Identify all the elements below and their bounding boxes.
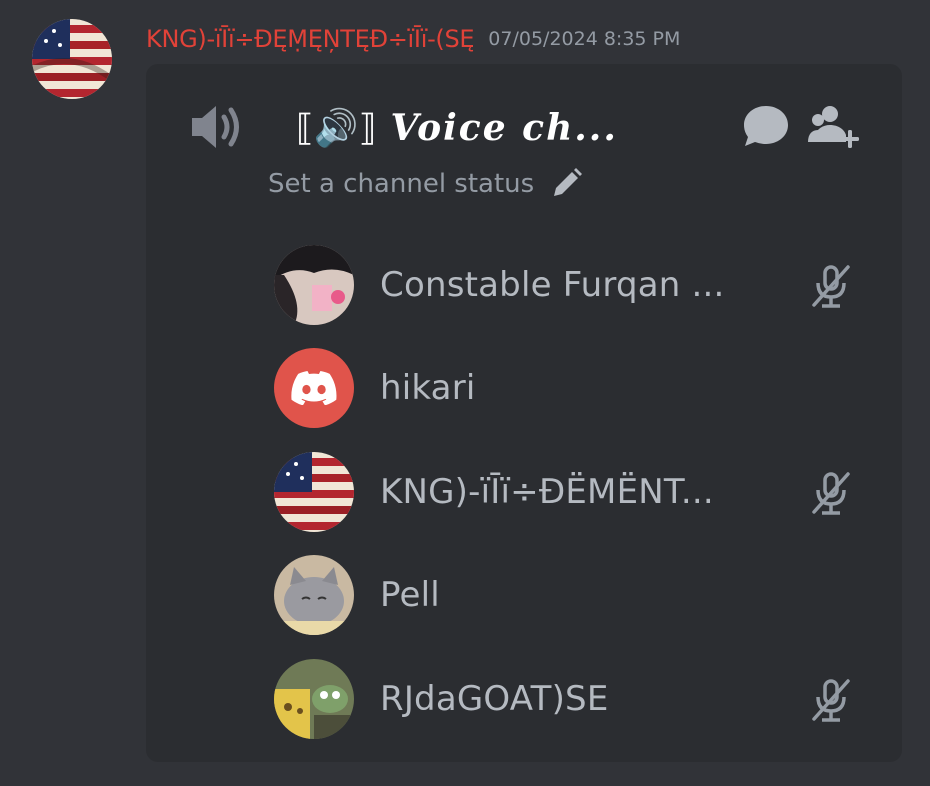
anime-avatar-image [274, 245, 354, 325]
muted-microphone-icon [812, 679, 850, 722]
member-name: RJdaGOAT)SE [380, 679, 609, 719]
muted-microphone-icon [812, 265, 850, 308]
meme-avatar-image [274, 659, 354, 739]
author-avatar[interactable] [32, 19, 112, 99]
add-user-icon[interactable] [806, 102, 862, 152]
discord-logo-icon [291, 371, 337, 405]
message-timestamp: 07/05/2024 8:35 PM [488, 28, 681, 50]
member-avatar [274, 452, 354, 532]
channel-status-text: Set a channel status [268, 169, 535, 199]
member-name: KNG)-ïĪï÷ĐËMËNT... [380, 472, 714, 512]
voice-member[interactable]: KNG)-ïĪï÷ĐËMËNT... [274, 452, 874, 532]
voice-channel-embed: ⟦🔊⟧ Voice ch... Set a channel status Con… [146, 64, 902, 762]
message-header: KNG)-ïĪï÷ĐĘṂĘŅTĘĐ÷ïĪï-(SĘ 07/05/2024 8:3… [146, 20, 680, 58]
voice-channel-title: Voice ch... [390, 107, 618, 149]
voice-channel-prefix: ⟦🔊⟧ [296, 108, 377, 149]
voice-member[interactable]: Pell [274, 555, 874, 635]
member-name: Pell [380, 575, 440, 615]
speaker-icon [192, 106, 239, 148]
member-name: Constable Furqan ... [380, 265, 725, 305]
voice-member[interactable]: hikari [274, 348, 874, 428]
author-name[interactable]: KNG)-ïĪï÷ĐĘṂĘŅTĘĐ÷ïĪï-(SĘ [146, 25, 475, 53]
chat-bubble-icon[interactable] [742, 104, 790, 148]
channel-status[interactable]: Set a channel status [268, 164, 584, 204]
member-name: hikari [380, 368, 476, 408]
pencil-icon[interactable] [548, 166, 584, 202]
muted-microphone-icon [812, 472, 850, 515]
flag-image [32, 19, 112, 99]
flag-avatar-image [274, 452, 354, 532]
member-avatar [274, 555, 354, 635]
member-avatar [274, 659, 354, 739]
member-avatar [274, 245, 354, 325]
voice-channel-name[interactable]: ⟦🔊⟧ Voice ch... [296, 100, 618, 156]
voice-member[interactable]: Constable Furqan ... [274, 245, 874, 325]
cat-avatar-image [274, 555, 354, 635]
member-avatar [274, 348, 354, 428]
voice-member[interactable]: RJdaGOAT)SE [274, 659, 874, 739]
